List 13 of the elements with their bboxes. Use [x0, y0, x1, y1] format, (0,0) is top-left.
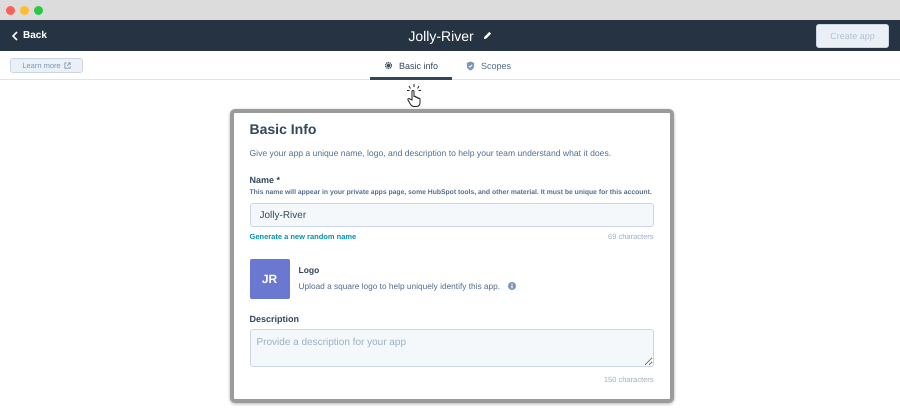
logo-avatar[interactable]: JR — [250, 259, 290, 299]
back-link[interactable]: Back — [12, 30, 47, 41]
logo-description: Upload a square logo to help uniquely identify this app. — [298, 281, 500, 291]
logo-title: Logo — [298, 265, 320, 275]
tab[interactable]: Basic info — [370, 51, 452, 80]
field-label: Name * — [250, 175, 282, 185]
field-label: Description — [250, 314, 300, 324]
tab[interactable]: Scopes — [452, 51, 526, 80]
intro-text: Give your app a unique name, logo, and description to help your team understand what it does. — [250, 148, 612, 158]
name-input[interactable]: Jolly-River — [250, 203, 654, 227]
description-input[interactable]: Provide a description for your app — [250, 329, 654, 367]
card-title: Basic Info — [250, 121, 318, 137]
app-name: Jolly-River — [408, 28, 474, 44]
